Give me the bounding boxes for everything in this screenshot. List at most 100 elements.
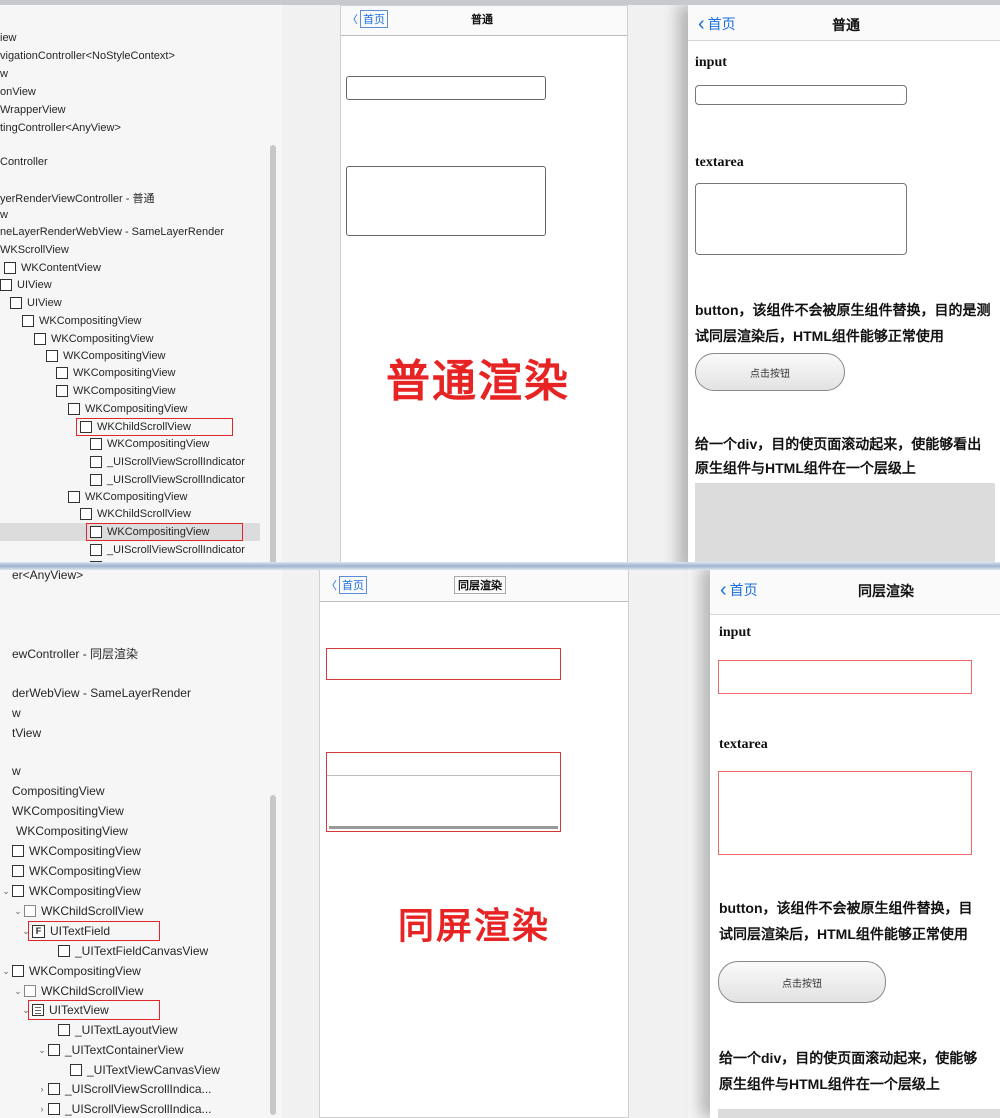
phone-nav-bar: ‹ 首页 同层渲染 xyxy=(710,567,1000,615)
tree-row[interactable]: ⌄ WKChildScrollView xyxy=(0,981,143,1001)
view-box-icon xyxy=(48,1103,60,1115)
disclosure-chevron-icon[interactable]: ⌄ xyxy=(36,1045,48,1056)
tree-row[interactable]: ⌄ WKCompositingView xyxy=(0,881,141,901)
disclosure-chevron-icon[interactable]: ⌄ xyxy=(12,906,24,917)
tree-row[interactable]: UIView xyxy=(0,276,52,294)
tree-row-label: WKCompositingView xyxy=(73,367,176,379)
tree-row[interactable]: neLayerRenderWebView - SameLayerRender xyxy=(0,223,224,241)
tree-row[interactable]: _UITextViewCanvasView xyxy=(0,1060,220,1080)
tree-row-label: w xyxy=(0,209,8,221)
tree-row-label: iew xyxy=(0,32,17,44)
tree-row-label: WKContentView xyxy=(21,262,101,274)
view-box-icon xyxy=(22,315,34,327)
layer-3d-view[interactable]: 〈 首页 同层渲染 同屏渲染 xyxy=(282,567,688,1118)
tree-row-label: WKCompositingView xyxy=(29,864,141,878)
tree-row[interactable]: w xyxy=(0,65,8,83)
tree-row-label: w xyxy=(12,764,21,778)
tree-row[interactable]: › _UIScrollViewScrollIndica... xyxy=(0,1079,212,1099)
tree-row[interactable]: _UITextFieldCanvasView xyxy=(0,941,208,961)
tree-row[interactable]: WKChildScrollView xyxy=(0,505,191,523)
click-button[interactable]: 点击按钮 xyxy=(718,961,886,1003)
tree-row[interactable]: WKCompositingView xyxy=(0,364,176,382)
phone-back-label: 首页 xyxy=(729,582,758,598)
tree-row[interactable]: WKCompositingView xyxy=(0,347,166,365)
click-button[interactable]: 点击按钮 xyxy=(695,353,845,391)
tree-row[interactable]: WKContentView xyxy=(0,259,101,277)
input-field[interactable] xyxy=(718,660,972,694)
layer-3d-view[interactable]: 〈 首页 普通 普通渲染 xyxy=(282,5,688,567)
layer-textarea-inner-line xyxy=(327,775,560,776)
input-field[interactable] xyxy=(695,85,907,105)
tree-row-label: WKCompositingView xyxy=(73,385,176,397)
tree-row[interactable]: ⌄ WKCompositingView xyxy=(0,961,141,981)
tree-row[interactable]: WKCompositingView xyxy=(0,488,188,506)
tree-row[interactable]: Controller xyxy=(0,153,48,171)
input-label: input xyxy=(719,625,751,640)
chevron-left-icon: 〈 xyxy=(347,14,358,26)
tree-row[interactable]: w xyxy=(0,703,21,723)
view-hierarchy-tree[interactable]: er<AnyView> ewController - 同层渲染 derWebView… xyxy=(0,567,282,1118)
tree-row[interactable]: _UITextLayoutView xyxy=(0,1020,178,1040)
tree-row[interactable]: WKCompositingView xyxy=(0,400,188,418)
tree-row[interactable]: WKCompositingView xyxy=(0,821,128,841)
tree-row[interactable]: › _UIScrollViewScrollIndica... xyxy=(0,1099,212,1118)
tree-row[interactable]: onView xyxy=(0,83,36,101)
tree-row[interactable]: ⌄ _UITextContainerView xyxy=(0,1040,183,1060)
textarea-field[interactable] xyxy=(695,183,907,255)
disclosure-chevron-icon[interactable]: ⌄ xyxy=(0,886,12,897)
tree-row[interactable]: WKCompositingView xyxy=(0,841,141,861)
tree-row-highlight xyxy=(76,418,233,436)
tree-row-label: _UIScrollViewScrollIndicator xyxy=(107,474,245,486)
tree-row[interactable]: w xyxy=(0,206,8,224)
tree-row[interactable]: tView xyxy=(0,723,41,743)
disclosure-chevron-icon[interactable]: › xyxy=(36,1084,48,1094)
tree-row[interactable]: WKCompositingView xyxy=(0,330,154,348)
tree-row[interactable]: CompositingView xyxy=(0,781,105,801)
layer-input-field[interactable] xyxy=(326,648,561,680)
view-box-icon xyxy=(48,1044,60,1056)
tree-row[interactable]: WKCompositingView xyxy=(0,312,142,330)
tree-row[interactable]: WKCompositingView xyxy=(0,382,176,400)
view-hierarchy-tree[interactable]: iew vigationController<NoStyleContext> w on… xyxy=(0,5,282,567)
layer-textarea-field[interactable] xyxy=(326,752,561,832)
disclosure-chevron-icon[interactable]: ⌄ xyxy=(12,986,24,997)
layer-back-button[interactable]: 〈 首页 xyxy=(347,10,388,28)
phone-nav-bar: ‹ 首页 普通 xyxy=(688,5,1000,41)
tree-scrollbar[interactable] xyxy=(270,145,276,565)
tree-row[interactable]: yerRenderViewController - 普通 xyxy=(0,189,154,207)
tree-row[interactable]: _UIScrollViewScrollIndicator xyxy=(0,471,245,489)
tree-row[interactable]: WrapperView xyxy=(0,101,66,119)
disclosure-chevron-icon[interactable]: ⌄ xyxy=(0,966,12,977)
textarea-field[interactable] xyxy=(718,771,972,855)
layer-back-button[interactable]: 〈 首页 xyxy=(326,576,367,594)
tree-row[interactable]: derWebView - SameLayerRender xyxy=(0,683,191,703)
layer-textarea-field[interactable] xyxy=(346,166,546,236)
tree-row-label: WKCompositingView xyxy=(16,824,128,838)
div-description-line-2: 原生组件与HTML组件在一个层级上 xyxy=(719,1076,940,1092)
tree-row-highlight xyxy=(86,523,243,541)
tree-row[interactable]: w xyxy=(0,761,21,781)
phone-back-label: 首页 xyxy=(707,16,736,32)
tree-row[interactable]: WKCompositingView xyxy=(0,861,141,881)
tree-row-label: _UIScrollViewScrollIndicator xyxy=(107,456,245,468)
layer-input-field[interactable] xyxy=(346,76,546,100)
tree-row[interactable]: WKCompositingView xyxy=(0,801,124,821)
tree-row[interactable]: ⌄ WKChildScrollView xyxy=(0,901,143,921)
tree-row[interactable]: ewController - 同层渲染 xyxy=(0,643,138,663)
tree-row[interactable]: tingController<AnyView> xyxy=(0,119,121,137)
phone-back-button[interactable]: ‹ 首页 xyxy=(698,14,736,34)
tree-row[interactable]: _UIScrollViewScrollIndicator xyxy=(0,541,245,559)
tree-row[interactable]: iew xyxy=(0,29,17,47)
tree-row[interactable]: _UIScrollViewScrollIndicator xyxy=(0,453,245,471)
tree-row-label: _UIScrollViewScrollIndica... xyxy=(65,1102,212,1116)
tree-row[interactable]: UIView xyxy=(0,294,62,312)
disclosure-chevron-icon[interactable]: › xyxy=(36,1104,48,1114)
tree-row[interactable]: WKScrollView xyxy=(0,241,69,259)
view-box-icon xyxy=(0,279,12,291)
view-box-icon xyxy=(24,905,36,917)
tree-row[interactable]: vigationController<NoStyleContext> xyxy=(0,47,175,65)
phone-back-button[interactable]: ‹ 首页 xyxy=(720,580,758,600)
tree-row[interactable]: WKCompositingView xyxy=(0,435,210,453)
tree-scrollbar[interactable] xyxy=(270,795,276,1115)
tree-row-label: _UITextFieldCanvasView xyxy=(75,944,209,958)
